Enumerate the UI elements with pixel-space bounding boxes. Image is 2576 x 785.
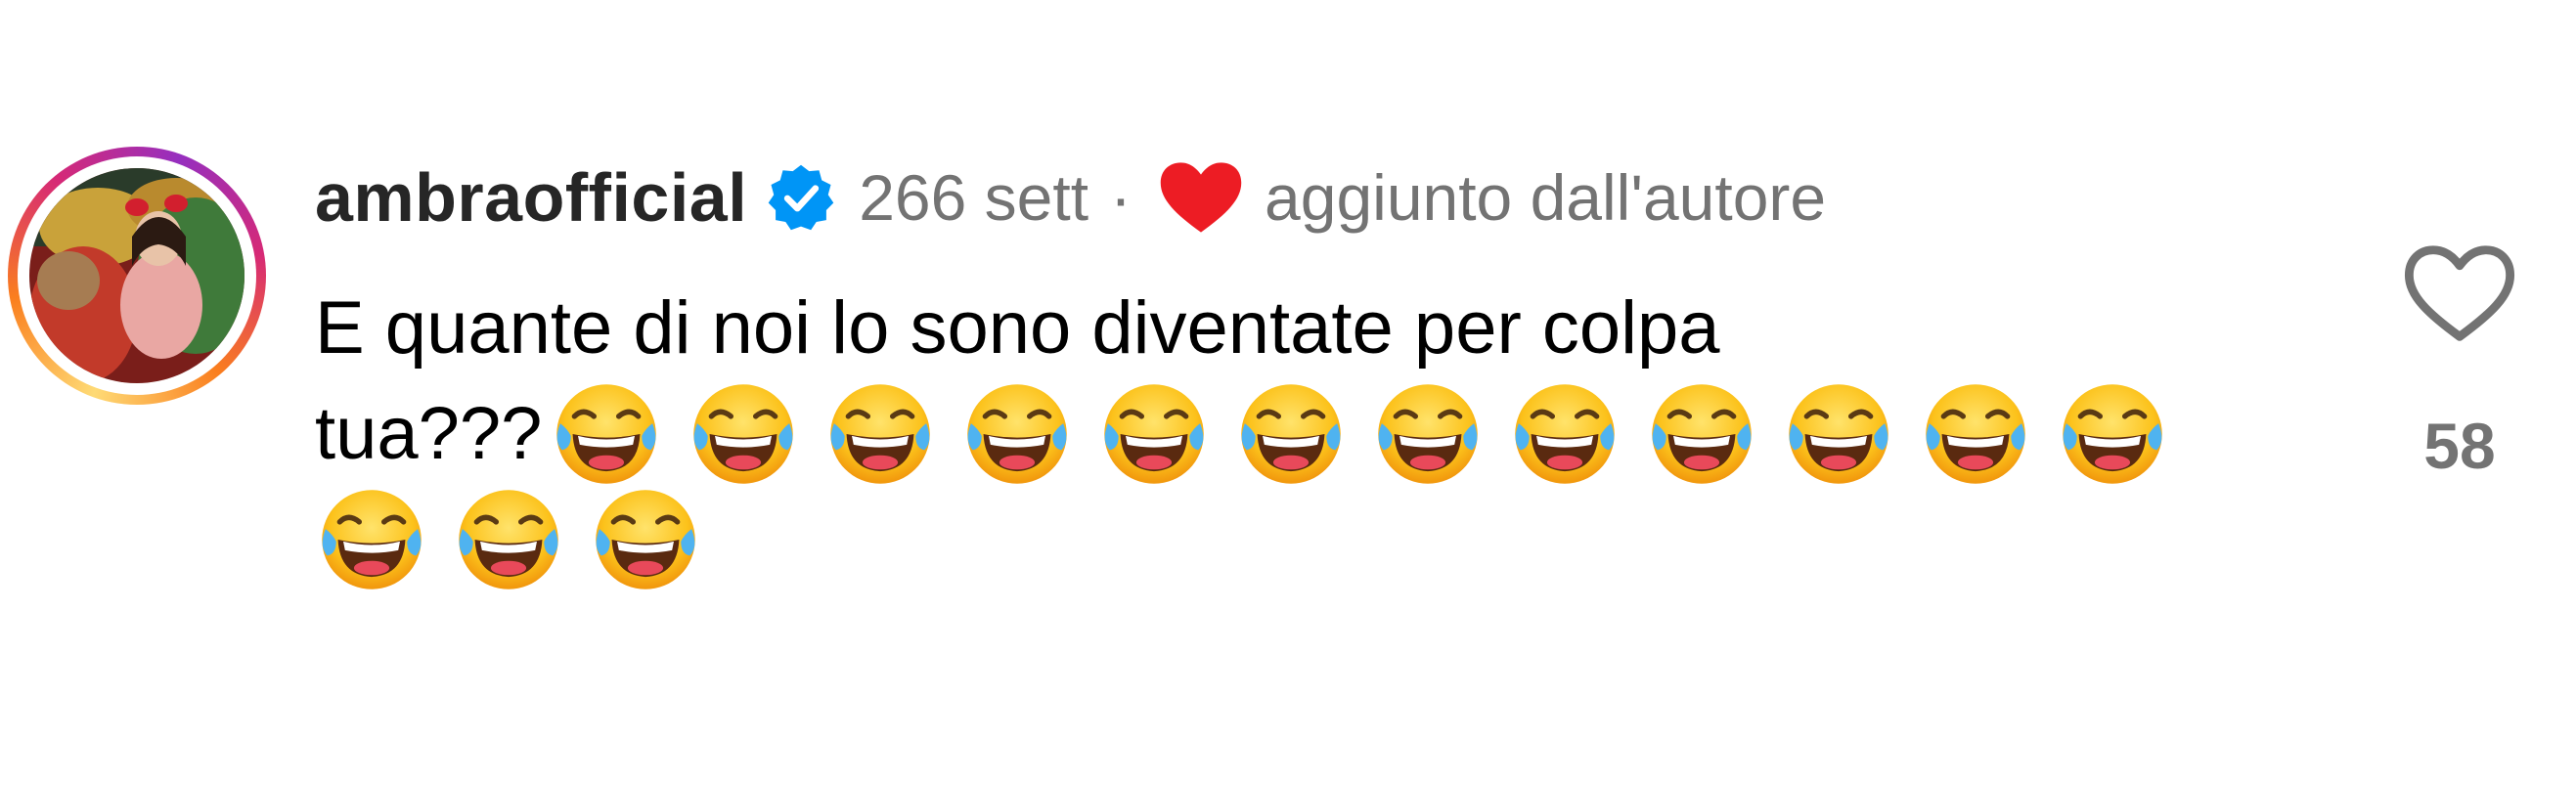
author-liked-label: aggiunto dall'autore (1265, 161, 1827, 234)
meta-separator: · (1110, 161, 1133, 234)
tears-of-joy-emoji-icon (1234, 377, 1348, 491)
comment-text-line: E quante di noi lo sono diventate per co… (315, 276, 2349, 381)
verified-badge-icon (765, 161, 837, 234)
comment-timestamp: 266 sett (859, 161, 1089, 234)
tears-of-joy-emoji-icon (315, 483, 428, 596)
tears-of-joy-emoji-icon (1508, 377, 1621, 491)
comment-text-line (315, 487, 2349, 592)
tears-of-joy-emoji-icon (823, 377, 937, 491)
tears-of-joy-emoji-icon (550, 377, 663, 491)
tears-of-joy-emoji-icon (1097, 377, 1211, 491)
comment-text-line-1: E quante di noi lo sono diventate per co… (315, 286, 1720, 370)
tears-of-joy-emoji-icon (1919, 377, 2032, 491)
username-link[interactable]: ambraofficial (315, 158, 747, 237)
author-liked-heart-icon (1157, 158, 1245, 237)
avatar-photo (29, 168, 244, 383)
tears-of-joy-emoji-icon (1782, 377, 1895, 491)
avatar[interactable] (29, 168, 244, 383)
comment-text-line-2: tua??? (315, 392, 543, 475)
comment-item: ambraofficial 266 sett · aggiunto dall'a… (0, 0, 2576, 785)
tears-of-joy-emoji-icon (960, 377, 1074, 491)
tears-of-joy-emoji-icon (687, 377, 800, 491)
comment-text-line: tua??? (315, 381, 2349, 487)
comment-header: ambraofficial 266 sett · aggiunto dall'a… (315, 149, 1826, 246)
tears-of-joy-emoji-icon (2056, 377, 2169, 491)
tears-of-joy-emoji-icon (452, 483, 565, 596)
tears-of-joy-emoji-icon (1645, 377, 1758, 491)
comment-text: E quante di noi lo sono diventate per co… (315, 276, 2349, 592)
tears-of-joy-emoji-icon (1371, 377, 1485, 491)
like-column: 58 (2396, 242, 2523, 487)
like-count: 58 (2423, 410, 2496, 482)
tears-of-joy-emoji-icon (589, 483, 702, 596)
like-heart-icon[interactable] (2402, 242, 2517, 344)
avatar-story-ring[interactable] (8, 147, 266, 405)
